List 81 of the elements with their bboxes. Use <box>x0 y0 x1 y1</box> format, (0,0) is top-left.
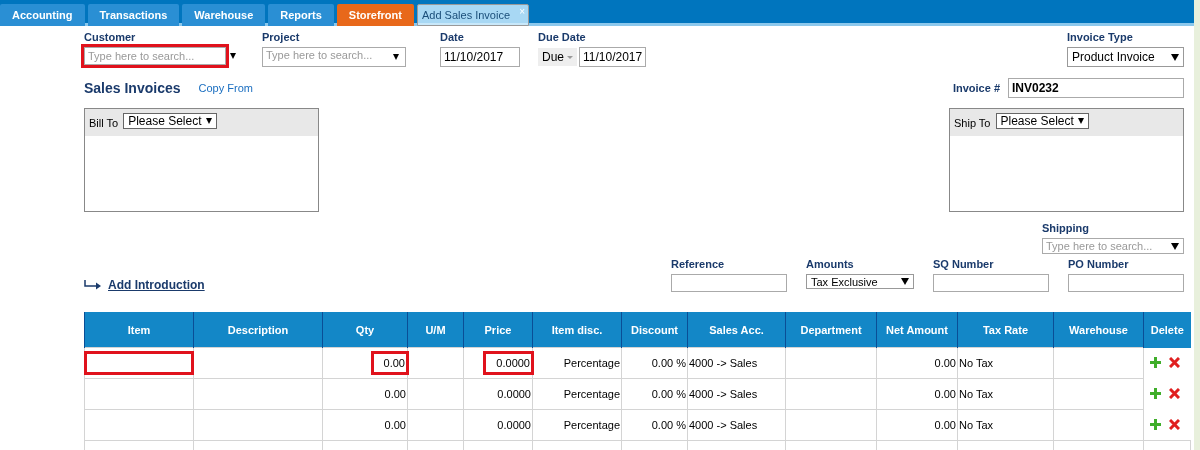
table-cell: 4000 -> Sales <box>689 357 758 369</box>
field-label: Amounts <box>806 258 855 270</box>
table-cell: 0.00 % <box>651 357 686 369</box>
column-header: Item <box>84 312 194 348</box>
search-field[interactable]: Type here to search... <box>84 47 226 65</box>
delete-icon[interactable] <box>1169 357 1180 368</box>
field-label: SQ Number <box>933 258 995 270</box>
column-header: Warehouse <box>1053 312 1144 348</box>
table-cell: 0.00 <box>934 357 956 369</box>
arrow-icon <box>84 280 102 290</box>
table-cell: Percentage <box>563 419 620 431</box>
invoice-type-select[interactable]: Product Invoice <box>1067 47 1184 67</box>
qty-field[interactable]: 0.00 <box>384 419 406 431</box>
tab[interactable]: Accounting <box>0 4 85 26</box>
caret-icon <box>1171 53 1179 61</box>
add-icon[interactable] <box>1150 357 1161 368</box>
page-title: Sales Invoices <box>84 80 181 96</box>
column-header: Delete <box>1143 312 1191 348</box>
table-cell: 4000 -> Sales <box>689 388 758 400</box>
tab[interactable]: Transactions <box>87 4 180 26</box>
table-cell: 0.00 % <box>651 388 686 400</box>
tab[interactable]: Warehouse <box>182 4 266 26</box>
add-introduction-link[interactable]: Add Introduction <box>108 278 205 292</box>
caret-icon <box>1077 117 1084 124</box>
caret-icon <box>567 55 573 59</box>
column-header: Net Amount <box>876 312 958 348</box>
field-label: Ship To <box>954 116 991 129</box>
tab[interactable]: Add Sales Invoice × <box>417 4 530 26</box>
column-header: Tax Rate <box>957 312 1054 348</box>
table-cell: No Tax <box>959 388 994 400</box>
delete-icon[interactable] <box>1169 388 1180 399</box>
table-cell: No Tax <box>959 419 994 431</box>
caret-icon <box>901 278 909 285</box>
field-label: Invoice # <box>952 82 1000 94</box>
table-cell: 0.00 % <box>651 419 686 431</box>
shipping-search-field[interactable]: Type here to search... <box>1042 238 1184 254</box>
field-label: Bill To <box>89 116 119 129</box>
column-header: Description <box>193 312 323 348</box>
column-header: Qty <box>322 312 408 348</box>
field-label: Date <box>440 31 465 43</box>
field-label: Shipping <box>1042 222 1091 234</box>
due-dropdown[interactable]: Due <box>538 48 577 66</box>
field-label: Reference <box>671 258 726 270</box>
table-cell: 0.00 <box>934 388 956 400</box>
qty-field[interactable]: 0.00 <box>384 388 406 400</box>
table-cell: 0.00 <box>934 419 956 431</box>
text-field[interactable] <box>1068 274 1184 292</box>
table-cell: Percentage <box>563 388 620 400</box>
column-header: Discount <box>621 312 688 348</box>
tab[interactable]: Reports <box>268 4 334 26</box>
amounts-select[interactable]: Tax Exclusive <box>806 274 914 289</box>
price-field[interactable]: 0.0000 <box>497 388 531 400</box>
bill-to-select[interactable]: Please Select <box>123 112 217 129</box>
text-field[interactable] <box>671 274 787 292</box>
column-header: U/M <box>407 312 464 348</box>
ship-to-select[interactable]: Please Select <box>995 112 1089 129</box>
field-label: Invoice Type <box>1067 31 1134 43</box>
table-cell: Percentage <box>563 357 620 369</box>
add-icon[interactable] <box>1150 388 1161 399</box>
field-label: Due Date <box>538 31 587 43</box>
column-header: Department <box>785 312 877 348</box>
field-label: Customer <box>84 31 137 43</box>
copy-from-link[interactable]: Copy From <box>198 82 253 94</box>
column-header: Sales Acc. <box>687 312 786 348</box>
table-cell: 4000 -> Sales <box>689 419 758 431</box>
invoice-number-field[interactable]: INV0232 <box>1008 78 1184 98</box>
price-field[interactable]: 0.0000 <box>497 419 531 431</box>
column-header: Item disc. <box>532 312 622 348</box>
caret-icon <box>1171 242 1179 250</box>
table-cell: No Tax <box>959 357 994 369</box>
text-field[interactable] <box>933 274 1049 292</box>
caret-icon <box>205 117 212 124</box>
field-label: Project <box>262 31 301 43</box>
date-field[interactable]: 11/10/2017 <box>440 47 520 67</box>
date-field[interactable]: 11/10/2017 <box>579 47 647 67</box>
delete-icon[interactable] <box>1169 419 1180 430</box>
add-icon[interactable] <box>1150 419 1161 430</box>
item-field[interactable] <box>87 354 191 372</box>
field-label: PO Number <box>1068 258 1130 270</box>
column-header: Price <box>463 312 533 348</box>
caret-icon[interactable] <box>230 53 236 59</box>
